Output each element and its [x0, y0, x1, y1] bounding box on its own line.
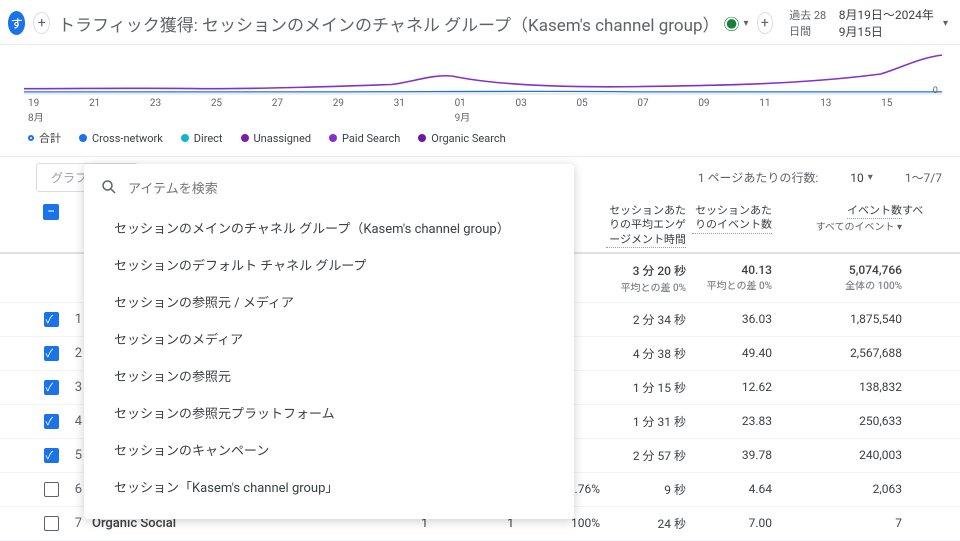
dimension-option[interactable]: セッションの参照元プラットフォーム: [84, 394, 574, 431]
summary-cell: 5,074,766全体の 100%: [772, 263, 902, 292]
page-title: トラフィック獲得: セッションのメインのチャネル グループ（Kasem's ch…: [58, 11, 749, 36]
metric-cell: 240,003: [772, 448, 902, 462]
metric-cell: 39.78: [686, 448, 772, 462]
legend-item[interactable]: Unassigned: [241, 130, 312, 146]
metric-cell: 23.83: [686, 414, 772, 428]
metric-cell: 4 分 38 秒: [600, 345, 686, 362]
column-header[interactable]: イベント数すべてのイベント ▾: [772, 204, 902, 234]
metric-cell: 1 分 31 秒: [600, 413, 686, 430]
chart-area: 0 192123252729310103050709111315 8月9月 合計…: [0, 45, 960, 156]
dimension-option[interactable]: セッション「Kasem's channel group」: [84, 468, 574, 505]
column-header: すべ: [902, 204, 942, 218]
column-header[interactable]: セッションあたりの平均エンゲージメント時間: [600, 204, 686, 248]
legend-item[interactable]: Cross-network: [79, 130, 163, 146]
dimension-picker-panel: セッションのメインのチャネル グループ（Kasem's channel grou…: [84, 164, 574, 519]
dimension-option[interactable]: セッションのデフォルト チャネル グループ: [84, 246, 574, 283]
row-checkbox[interactable]: [44, 516, 59, 531]
legend-dot-icon: [181, 134, 189, 142]
metric-cell: 49.40: [686, 346, 772, 360]
date-range-value: 8月19日～2024年9月15日: [839, 6, 937, 40]
row-checkbox[interactable]: [44, 312, 59, 327]
legend-dot-icon: [79, 134, 87, 142]
add-button[interactable]: +: [33, 12, 50, 34]
svg-text:0: 0: [933, 85, 938, 95]
summary-cell: 3 分 20 秒平均との差 0%: [600, 262, 686, 294]
chart-x-ticks: 192123252729310103050709111315: [24, 98, 942, 109]
metric-cell: 9 秒: [600, 481, 686, 498]
metric-cell: 2,567,688: [772, 346, 902, 360]
chart-month-labels: 8月9月: [24, 109, 942, 124]
row-checkbox[interactable]: [44, 414, 59, 429]
date-range-label: 過去 28 日間: [789, 7, 833, 39]
metric-cell: 7.00: [686, 516, 772, 530]
legend-item[interactable]: Direct: [181, 130, 223, 146]
legend-circle-icon: [28, 135, 34, 141]
metric-cell: 2 分 34 秒: [600, 311, 686, 328]
row-checkbox[interactable]: [44, 380, 59, 395]
metric-cell: 2 分 57 秒: [600, 447, 686, 464]
summary-cell: 40.13平均との差 0%: [686, 263, 772, 292]
chevron-down-icon[interactable]: ▾: [744, 18, 749, 29]
dimension-option[interactable]: セッションの参照元: [84, 357, 574, 394]
date-range-picker[interactable]: 過去 28 日間 8月19日～2024年9月15日 ▾: [789, 6, 948, 40]
page-title-text: トラフィック獲得: セッションのメインのチャネル グループ（Kasem's ch…: [58, 11, 719, 36]
avatar[interactable]: す: [8, 11, 25, 35]
add-comparison-button[interactable]: +: [757, 12, 774, 34]
rows-per-page-select[interactable]: 10▾: [850, 171, 873, 185]
line-chart: 0: [24, 53, 942, 95]
metric-cell: 1,875,540: [772, 312, 902, 326]
dimension-option[interactable]: セッションの参照元 / メディア: [84, 283, 574, 320]
row-checkbox[interactable]: [44, 482, 59, 497]
metric-cell: 12.62: [686, 380, 772, 394]
metric-cell: 138,832: [772, 380, 902, 394]
chevron-down-icon: ▾: [868, 172, 873, 183]
panel-search-row: [84, 172, 574, 209]
dimension-option[interactable]: セッションのキャンペーン: [84, 431, 574, 468]
panel-search-input[interactable]: [128, 181, 558, 196]
chart-legend: 合計 Cross-network Direct Unassigned Paid …: [24, 124, 942, 154]
legend-dot-icon: [241, 134, 249, 142]
search-icon: [100, 178, 118, 199]
rows-per-page-label: 1 ページあたりの行数:: [698, 169, 818, 186]
legend-item[interactable]: Organic Search: [418, 130, 505, 146]
legend-dot-icon: [329, 134, 337, 142]
legend-dot-icon: [418, 134, 426, 142]
metric-cell: 4.64: [686, 482, 772, 496]
chevron-down-icon: ▾: [943, 18, 948, 29]
metric-cell: 2,063: [772, 482, 902, 496]
row-checkbox[interactable]: [44, 346, 59, 361]
metric-cell: 250,633: [772, 414, 902, 428]
metric-cell: 24 秒: [600, 515, 686, 532]
column-header[interactable]: セッションあたりのイベント数: [686, 204, 772, 234]
legend-item[interactable]: Paid Search: [329, 130, 400, 146]
metric-cell: 36.03: [686, 312, 772, 326]
dimension-option[interactable]: セッションのメディア: [84, 320, 574, 357]
header-bar: す + トラフィック獲得: セッションのメインのチャネル グループ（Kasem'…: [0, 0, 960, 45]
metric-cell: 7: [772, 516, 902, 530]
legend-item[interactable]: 合計: [28, 130, 61, 146]
dimension-option[interactable]: セッションのメインのチャネル グループ（Kasem's channel grou…: [84, 209, 574, 246]
metric-cell: 1 分 15 秒: [600, 379, 686, 396]
row-checkbox[interactable]: [44, 448, 59, 463]
pagination-range: 1～7/7: [905, 169, 942, 186]
check-icon[interactable]: ◉: [724, 11, 740, 35]
select-all-checkbox[interactable]: −: [43, 204, 59, 220]
